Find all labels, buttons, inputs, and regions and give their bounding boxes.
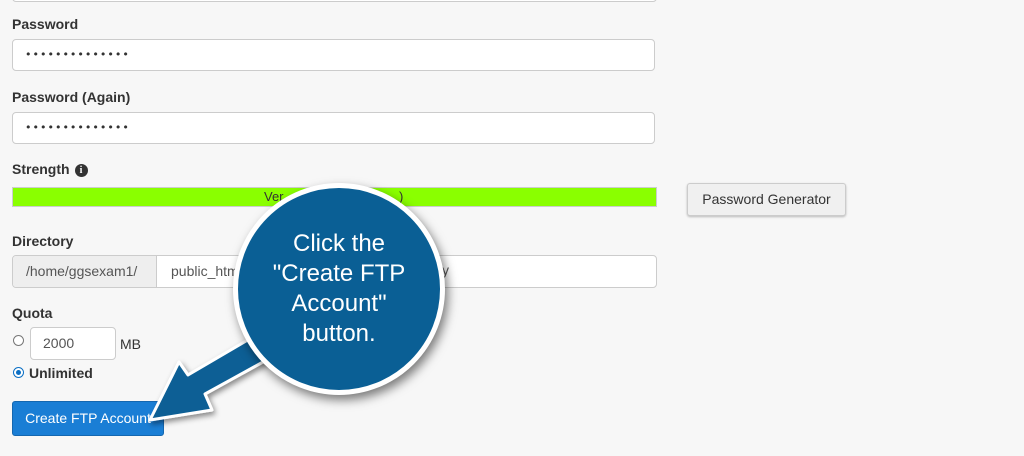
callout-text: Click the "Create FTP Account" button.: [272, 230, 406, 347]
arrow-down-left-icon: [148, 332, 274, 422]
instruction-callout: Click the "Create FTP Account" button.: [233, 183, 445, 395]
